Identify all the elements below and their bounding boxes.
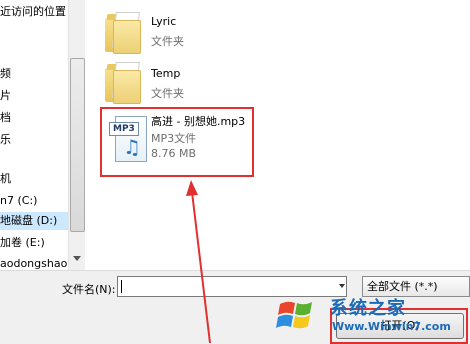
watermark: 系统之家 Www.Winwin7.com [276, 286, 470, 343]
nav-item-user-folder[interactable]: aodongshao [0, 255, 67, 270]
annotation-highlight-box [100, 107, 254, 177]
file-type: 文件夹 [151, 35, 184, 48]
file-name: Temp [151, 67, 181, 80]
file-type: 文件夹 [151, 87, 184, 100]
nav-item-documents[interactable]: 档 [0, 109, 11, 127]
nav-item-recent-places[interactable]: 近访问的位置 [0, 3, 66, 21]
nav-item-pictures[interactable]: 片 [0, 87, 11, 105]
watermark-url: Www.Winwin7.com [332, 320, 451, 333]
nav-item-drive-d[interactable]: 地磁盘 (D:) [0, 212, 68, 230]
scroll-down-arrow-icon[interactable] [73, 256, 81, 261]
nav-item-music[interactable]: 乐 [0, 131, 11, 149]
navigation-scrollbar[interactable] [68, 0, 85, 270]
folder-icon [105, 62, 141, 104]
nav-item-drive-c[interactable]: n7 (C:) [0, 192, 37, 210]
nav-item-drive-e[interactable]: 加卷 (E:) [0, 234, 45, 252]
watermark-title: 系统之家 [330, 298, 406, 319]
filename-label: 文件名(N): [62, 283, 116, 296]
scrollbar-thumb[interactable] [70, 58, 85, 232]
nav-item-computer[interactable]: 机 [0, 170, 11, 188]
file-name: Lyric [151, 15, 177, 28]
folder-icon [105, 12, 141, 54]
text-caret [121, 280, 122, 293]
nav-item-videos[interactable]: 频 [0, 65, 11, 83]
windows-logo-icon [276, 301, 312, 329]
navigation-pane: 近访问的位置 频 片 档 乐 机 n7 (C:) 地磁盘 (D:) 加卷 (E:… [0, 0, 68, 270]
